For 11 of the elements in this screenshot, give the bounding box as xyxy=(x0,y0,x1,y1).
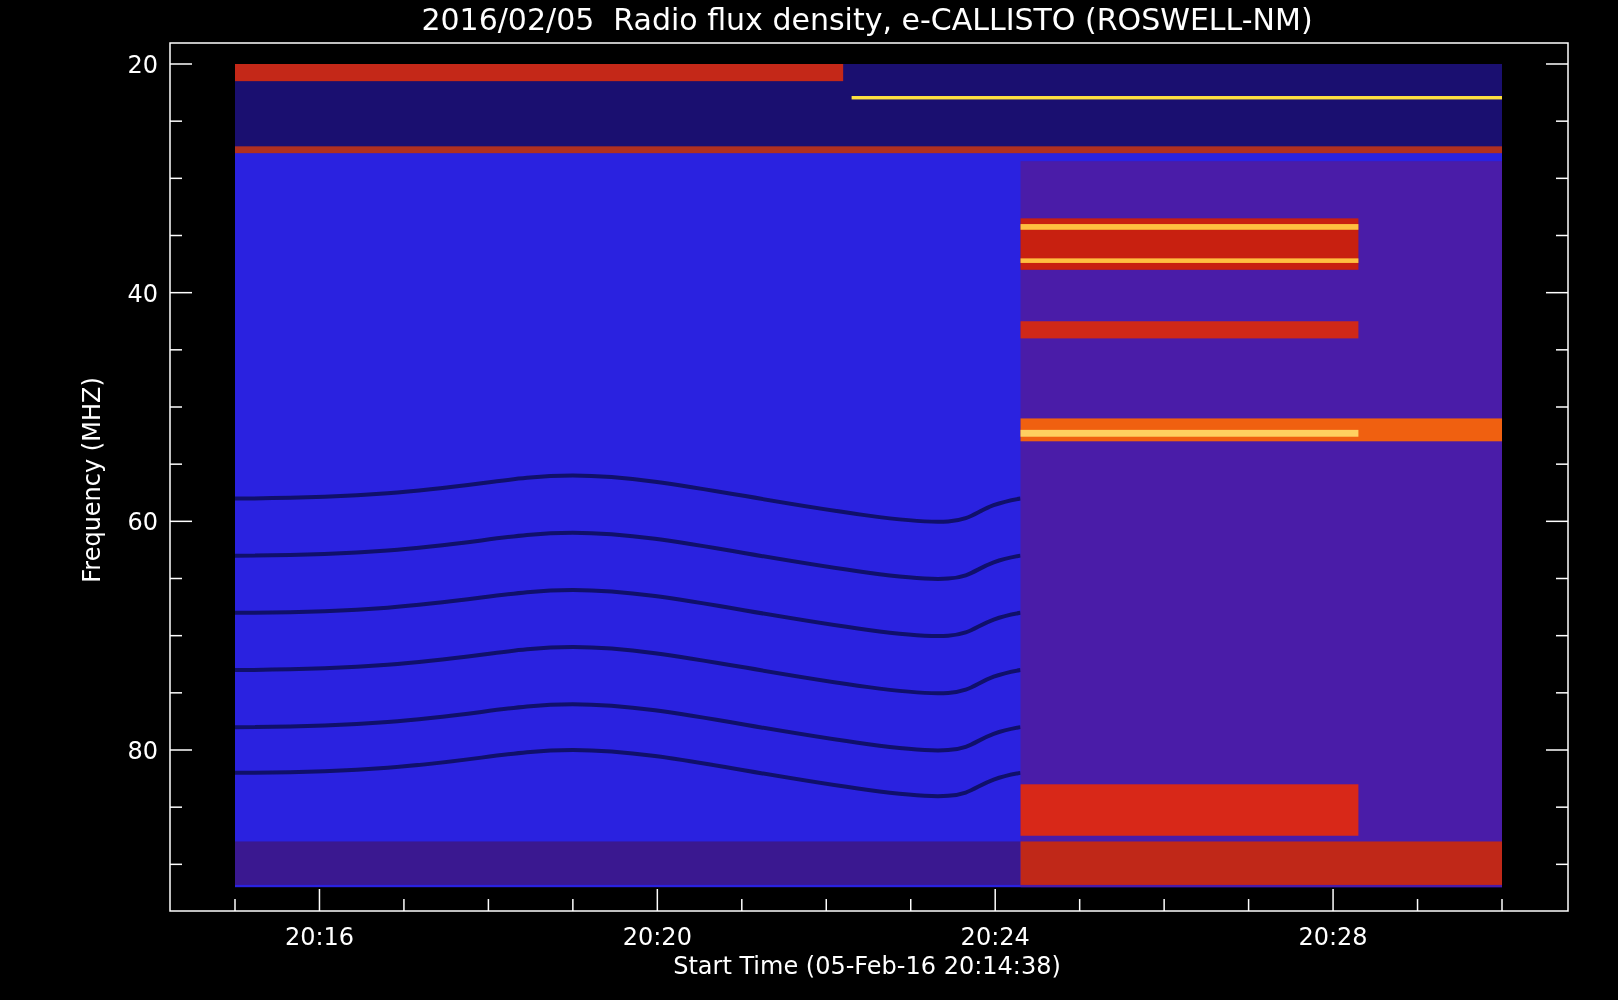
y-tick-label: 20 xyxy=(127,51,158,79)
y-axis-label: Frequency (MHZ) xyxy=(78,377,106,583)
y-tick-label: 40 xyxy=(127,279,158,308)
y-tick-label: 80 xyxy=(127,737,158,765)
x-tick-label: 20:24 xyxy=(960,923,1030,951)
x-tick-label: 20:20 xyxy=(622,923,692,951)
chart-title: 2016/02/05 Radio flux density, e-CALLISTO (ROSWELL-NM) xyxy=(421,2,1313,37)
x-tick-label: 20:16 xyxy=(284,923,355,951)
x-tick-label: 20:28 xyxy=(1298,923,1368,951)
y-tick-label: 60 xyxy=(127,508,158,537)
x-axis-label: Start Time (05-Feb-16 20:14:38) xyxy=(673,952,1061,980)
